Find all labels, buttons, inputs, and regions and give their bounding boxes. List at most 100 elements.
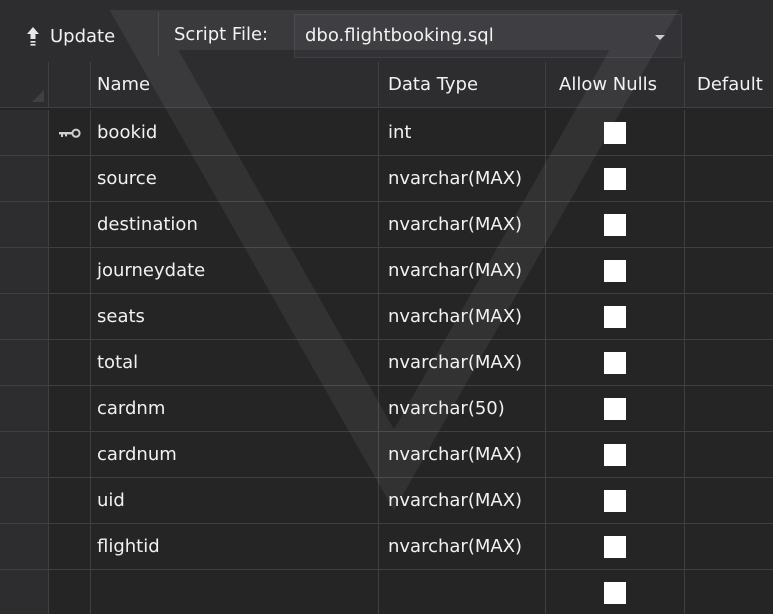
row-selector[interactable] bbox=[0, 524, 49, 570]
default-value-cell[interactable] bbox=[685, 432, 773, 478]
allow-nulls-checkbox[interactable] bbox=[604, 581, 626, 604]
script-file-value: dbo.flightbooking.sql bbox=[305, 25, 494, 46]
allow-nulls-checkbox[interactable] bbox=[604, 351, 626, 374]
allow-nulls-checkbox[interactable] bbox=[604, 535, 626, 558]
column-name-cell[interactable]: cardnm bbox=[91, 386, 379, 432]
column-header-name[interactable]: Name bbox=[91, 62, 379, 108]
allow-nulls-cell bbox=[546, 570, 685, 614]
data-type-cell[interactable] bbox=[379, 570, 546, 614]
default-value-cell[interactable] bbox=[685, 156, 773, 202]
row-selector[interactable] bbox=[0, 478, 49, 524]
allow-nulls-checkbox[interactable] bbox=[604, 167, 626, 190]
grid-header-row: Name Data Type Allow Nulls Default bbox=[0, 62, 773, 108]
table-row[interactable]: source nvarchar(MAX) bbox=[0, 156, 773, 202]
data-type-cell[interactable]: nvarchar(MAX) bbox=[379, 524, 546, 570]
key-icon bbox=[58, 128, 81, 138]
row-selector[interactable] bbox=[0, 156, 49, 202]
table-row[interactable]: uid nvarchar(MAX) bbox=[0, 478, 773, 524]
upload-arrow-icon bbox=[27, 27, 39, 46]
data-type-cell[interactable]: nvarchar(50) bbox=[379, 386, 546, 432]
select-all-corner[interactable] bbox=[0, 62, 49, 108]
default-value-cell[interactable] bbox=[685, 110, 773, 156]
default-value-cell[interactable] bbox=[685, 294, 773, 340]
allow-nulls-checkbox[interactable] bbox=[604, 259, 626, 282]
data-type-cell[interactable]: nvarchar(MAX) bbox=[379, 248, 546, 294]
column-header-data-type[interactable]: Data Type bbox=[379, 62, 546, 108]
default-value-cell[interactable] bbox=[685, 570, 773, 614]
row-indicator-cell bbox=[49, 432, 91, 478]
update-button-label: Update bbox=[50, 25, 116, 47]
allow-nulls-checkbox[interactable] bbox=[604, 121, 626, 144]
row-indicator-cell bbox=[49, 478, 91, 524]
table-row[interactable]: cardnum nvarchar(MAX) bbox=[0, 432, 773, 478]
header-indicator-cell bbox=[49, 62, 91, 108]
row-indicator-cell bbox=[49, 524, 91, 570]
row-indicator-cell bbox=[49, 570, 91, 614]
default-value-cell[interactable] bbox=[685, 386, 773, 432]
default-value-cell[interactable] bbox=[685, 248, 773, 294]
row-indicator-cell bbox=[49, 340, 91, 386]
column-name-cell[interactable]: cardnum bbox=[91, 432, 379, 478]
row-selector[interactable] bbox=[0, 294, 49, 340]
row-indicator-cell bbox=[49, 294, 91, 340]
table-row[interactable]: journeydate nvarchar(MAX) bbox=[0, 248, 773, 294]
chevron-down-icon bbox=[655, 35, 665, 40]
table-row[interactable]: seats nvarchar(MAX) bbox=[0, 294, 773, 340]
row-selector[interactable] bbox=[0, 386, 49, 432]
row-selector[interactable] bbox=[0, 248, 49, 294]
column-name-cell[interactable]: bookid bbox=[91, 110, 379, 156]
script-file-label: Script File: bbox=[174, 24, 269, 45]
column-name-cell[interactable]: total bbox=[91, 340, 379, 386]
table-row[interactable]: bookid int bbox=[0, 110, 773, 156]
column-header-allow-nulls[interactable]: Allow Nulls bbox=[546, 62, 685, 108]
column-name-cell[interactable]: uid bbox=[91, 478, 379, 524]
data-type-cell[interactable]: nvarchar(MAX) bbox=[379, 432, 546, 478]
data-type-cell[interactable]: nvarchar(MAX) bbox=[379, 478, 546, 524]
default-value-cell[interactable] bbox=[685, 524, 773, 570]
allow-nulls-checkbox[interactable] bbox=[604, 443, 626, 466]
allow-nulls-checkbox[interactable] bbox=[604, 397, 626, 420]
row-indicator-cell bbox=[49, 156, 91, 202]
allow-nulls-cell bbox=[546, 248, 685, 294]
row-selector[interactable] bbox=[0, 570, 49, 614]
column-name-cell[interactable]: seats bbox=[91, 294, 379, 340]
allow-nulls-cell bbox=[546, 478, 685, 524]
table-row[interactable]: cardnm nvarchar(50) bbox=[0, 386, 773, 432]
column-name-cell[interactable]: journeydate bbox=[91, 248, 379, 294]
default-value-cell[interactable] bbox=[685, 202, 773, 248]
table-row[interactable] bbox=[0, 570, 773, 614]
data-type-cell[interactable]: nvarchar(MAX) bbox=[379, 202, 546, 248]
data-type-cell[interactable]: nvarchar(MAX) bbox=[379, 340, 546, 386]
column-name-cell[interactable]: source bbox=[91, 156, 379, 202]
column-name-cell[interactable]: destination bbox=[91, 202, 379, 248]
row-selector[interactable] bbox=[0, 340, 49, 386]
row-indicator-cell bbox=[49, 202, 91, 248]
data-type-cell[interactable]: nvarchar(MAX) bbox=[379, 156, 546, 202]
column-header-default[interactable]: Default bbox=[685, 62, 773, 108]
update-button[interactable]: Update bbox=[26, 18, 115, 54]
allow-nulls-checkbox[interactable] bbox=[604, 305, 626, 328]
allow-nulls-cell bbox=[546, 386, 685, 432]
allow-nulls-checkbox[interactable] bbox=[604, 213, 626, 236]
row-indicator-cell bbox=[49, 386, 91, 432]
script-file-dropdown[interactable]: dbo.flightbooking.sql bbox=[294, 14, 682, 58]
allow-nulls-cell bbox=[546, 110, 685, 156]
data-type-cell[interactable]: int bbox=[379, 110, 546, 156]
table-row[interactable]: total nvarchar(MAX) bbox=[0, 340, 773, 386]
table-row[interactable]: destination nvarchar(MAX) bbox=[0, 202, 773, 248]
default-value-cell[interactable] bbox=[685, 340, 773, 386]
allow-nulls-cell bbox=[546, 340, 685, 386]
allow-nulls-checkbox[interactable] bbox=[604, 489, 626, 512]
column-name-cell[interactable]: flightid bbox=[91, 524, 379, 570]
row-indicator-cell bbox=[49, 248, 91, 294]
row-selector[interactable] bbox=[0, 432, 49, 478]
row-selector[interactable] bbox=[0, 110, 49, 156]
allow-nulls-cell bbox=[546, 432, 685, 478]
table-row[interactable]: flightid nvarchar(MAX) bbox=[0, 524, 773, 570]
default-value-cell[interactable] bbox=[685, 478, 773, 524]
data-type-cell[interactable]: nvarchar(MAX) bbox=[379, 294, 546, 340]
allow-nulls-cell bbox=[546, 202, 685, 248]
column-name-cell[interactable] bbox=[91, 570, 379, 614]
row-selector[interactable] bbox=[0, 202, 49, 248]
toolbar: Update Script File: dbo.flightbooking.sq… bbox=[0, 0, 773, 62]
